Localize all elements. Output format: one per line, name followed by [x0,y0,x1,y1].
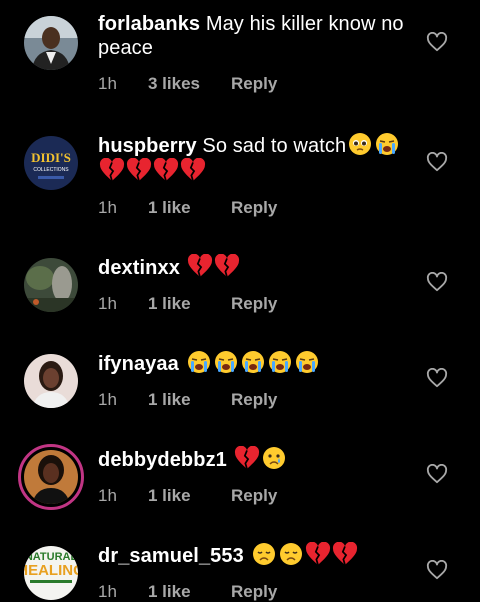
avatar-brand-text: DIDI'S [31,150,71,165]
disappointed-face-icon [278,542,304,566]
avatar[interactable] [18,444,84,510]
avatar-brand-sub: HEALING [24,562,78,579]
like-heart-icon[interactable] [426,32,448,52]
comment-username[interactable]: huspberry [98,135,197,157]
like-heart-icon[interactable] [426,152,448,172]
broken-heart-icon [180,158,206,182]
avatar[interactable] [24,354,78,408]
pleading-face-icon [347,132,373,156]
reply-button[interactable]: Reply [231,486,277,506]
crying-face-icon [294,350,320,374]
reply-button[interactable]: Reply [231,198,277,218]
broken-heart-icon [332,542,358,566]
comment-username[interactable]: forlabanks [98,13,200,35]
disappointed-face-icon [251,542,277,566]
crying-face-icon [240,350,266,374]
comment-username[interactable]: dr_samuel_553 [98,545,244,567]
comment-username[interactable]: ifynayaa [98,353,179,375]
comment-time: 1h [98,74,117,93]
comment-likes[interactable]: 1 like [148,486,231,506]
crying-face-icon [374,132,400,156]
like-heart-icon[interactable] [426,560,448,580]
like-heart-icon[interactable] [426,368,448,388]
broken-heart-icon [234,446,260,470]
crying-face-icon [267,350,293,374]
story-ring [24,450,78,504]
avatar[interactable]: DIDI'S COLLECTIONS [24,136,78,190]
reply-button[interactable]: Reply [231,74,277,94]
comment-time: 1h [98,486,117,505]
comment-time: 1h [98,198,117,217]
comment-likes[interactable]: 1 like [148,198,231,218]
avatar-brand-sub: COLLECTIONS [33,167,69,173]
comment-likes[interactable]: 3 likes [148,74,231,94]
like-heart-icon[interactable] [426,464,448,484]
crying-face-icon [186,350,212,374]
comment-username[interactable]: debbydebbz1 [98,449,227,471]
comment-likes[interactable]: 1 like [148,390,231,410]
avatar[interactable] [24,258,78,312]
reply-button[interactable]: Reply [231,390,277,410]
comment-time: 1h [98,294,117,313]
reply-button[interactable]: Reply [231,582,277,602]
comment-time: 1h [98,582,117,601]
broken-heart-icon [187,254,213,278]
comment-text: So sad to watch [202,135,347,157]
reply-button[interactable]: Reply [231,294,277,314]
avatar[interactable] [24,16,78,70]
avatar[interactable]: NATURAL HEALING [24,546,78,600]
broken-heart-icon [153,158,179,182]
comment-likes[interactable]: 1 like [148,294,231,314]
broken-heart-icon [126,158,152,182]
broken-heart-icon [214,254,240,278]
comment-likes[interactable]: 1 like [148,582,231,602]
like-heart-icon[interactable] [426,272,448,292]
broken-heart-icon [305,542,331,566]
comment-time: 1h [98,390,117,409]
broken-heart-icon [99,158,125,182]
sad-tear-face-icon [261,446,287,470]
comment-username[interactable]: dextinxx [98,257,180,279]
crying-face-icon [213,350,239,374]
